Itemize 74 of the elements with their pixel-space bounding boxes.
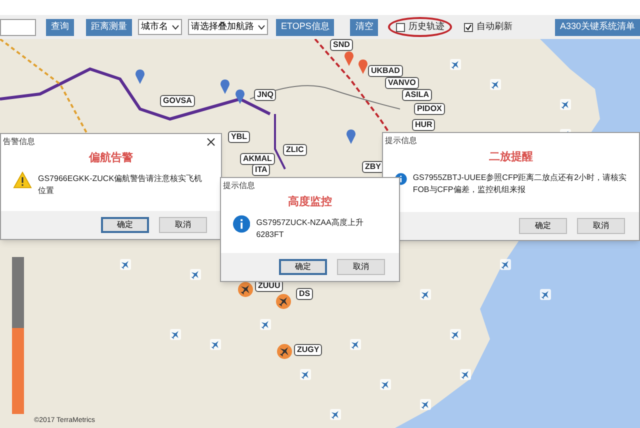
- dialog-title: 提示信息: [223, 180, 255, 192]
- toolbar-button[interactable]: 距离测量: [86, 18, 132, 36]
- airport-icon[interactable]: [277, 344, 292, 359]
- waypoint-label: DS: [296, 288, 314, 300]
- dialog-title: 告警信息: [3, 136, 35, 148]
- map-pin-icon: [344, 51, 354, 66]
- map-pin-icon: [220, 79, 230, 94]
- waypoint-label: UKBAD: [368, 65, 403, 77]
- airplane-icon[interactable]: [190, 269, 201, 280]
- dialog-button[interactable]: 取消: [337, 258, 385, 274]
- waypoint-label: SND: [330, 39, 353, 51]
- dialog-heading: 二放提醒: [489, 150, 533, 165]
- dialog-button[interactable]: 确定: [101, 216, 149, 232]
- airplane-icon[interactable]: [380, 379, 391, 390]
- airplane-icon[interactable]: [490, 79, 501, 90]
- airplane-icon[interactable]: [450, 59, 461, 70]
- caret-icon: [258, 24, 265, 30]
- waypoint-label: ITA: [252, 164, 270, 176]
- dialog-button[interactable]: 取消: [577, 218, 625, 234]
- airplane-icon[interactable]: [210, 339, 221, 350]
- waypoint-label: AKMAL: [240, 153, 275, 165]
- route-line: [274, 114, 286, 170]
- airplane-icon[interactable]: [540, 289, 551, 300]
- airplane-icon[interactable]: [300, 369, 311, 380]
- airplane-icon[interactable]: [260, 319, 271, 330]
- dropdown[interactable]: 请选择叠加航路: [188, 19, 268, 35]
- airplane-icon[interactable]: [450, 329, 461, 340]
- search-field[interactable]: [0, 18, 36, 36]
- waypoint-label: ZLIC: [283, 144, 307, 156]
- map-pin-icon: [346, 129, 356, 144]
- airplane-icon[interactable]: [460, 369, 471, 380]
- waypoint-label: GOVSA: [160, 95, 195, 107]
- airplane-icon[interactable]: [330, 409, 341, 420]
- waypoint-label: ZUGY: [294, 344, 322, 356]
- airplane-icon[interactable]: [420, 289, 431, 300]
- waypoint-label: HUR: [412, 119, 436, 131]
- dialog-button[interactable]: 确定: [279, 258, 327, 274]
- checkbox[interactable]: 历史轨迹: [388, 17, 452, 37]
- toolbar-button[interactable]: A330关键系统清单: [554, 18, 640, 36]
- airplane-icon[interactable]: [170, 329, 181, 340]
- dropdown[interactable]: 城市名: [138, 19, 182, 35]
- waypoint-label: VANVO: [385, 77, 419, 89]
- map-pin-icon: [358, 59, 368, 74]
- info-icon: [233, 214, 250, 232]
- warning-icon: [13, 170, 32, 188]
- checkbox[interactable]: 自动刷新: [458, 17, 518, 37]
- dialog-button[interactable]: 确定: [519, 218, 567, 234]
- airplane-icon[interactable]: [500, 259, 511, 270]
- dialog-message: GS7957ZUCK-NZAA高度上升 6283FT: [256, 216, 364, 240]
- dialog-title: 提示信息: [385, 135, 417, 147]
- dialog-message: GS7955ZBTJ-UUEE参照CFP距离二放点还有2小时，请核实FOB与CFP偏差，监控机组来报: [412, 172, 627, 196]
- airplane-icon[interactable]: [120, 259, 131, 270]
- dialog-message: GS7966EGKK-ZUCK偏航警告请注意核实飞机位置: [38, 172, 204, 196]
- waypoint-label: PIDOX: [414, 103, 445, 115]
- waypoint-label: YBL: [228, 131, 250, 143]
- close-icon[interactable]: [207, 138, 215, 146]
- airplane-icon[interactable]: [350, 339, 361, 350]
- caret-icon: [172, 24, 179, 30]
- dialog-heading: 偏航告警: [89, 150, 133, 166]
- airplane-icon[interactable]: [420, 399, 431, 410]
- toolbar-button[interactable]: 清空: [350, 18, 378, 36]
- map-pin-icon: [135, 69, 145, 84]
- dialog-button[interactable]: 取消: [159, 216, 207, 232]
- airport-icon[interactable]: [276, 294, 291, 309]
- waypoint-label: JNQ: [254, 89, 276, 101]
- waypoint-label: ASILA: [402, 89, 432, 101]
- check-icon: [465, 24, 472, 30]
- toolbar-button[interactable]: 查询: [46, 18, 74, 36]
- airplane-icon[interactable]: [560, 99, 571, 110]
- map-pin-icon: [235, 89, 245, 104]
- toolbar-button[interactable]: ETOPS信息: [276, 18, 334, 36]
- airport-icon[interactable]: [238, 282, 253, 297]
- dialog-heading: 高度监控: [288, 194, 332, 210]
- waypoint-label: ZBY: [362, 161, 384, 173]
